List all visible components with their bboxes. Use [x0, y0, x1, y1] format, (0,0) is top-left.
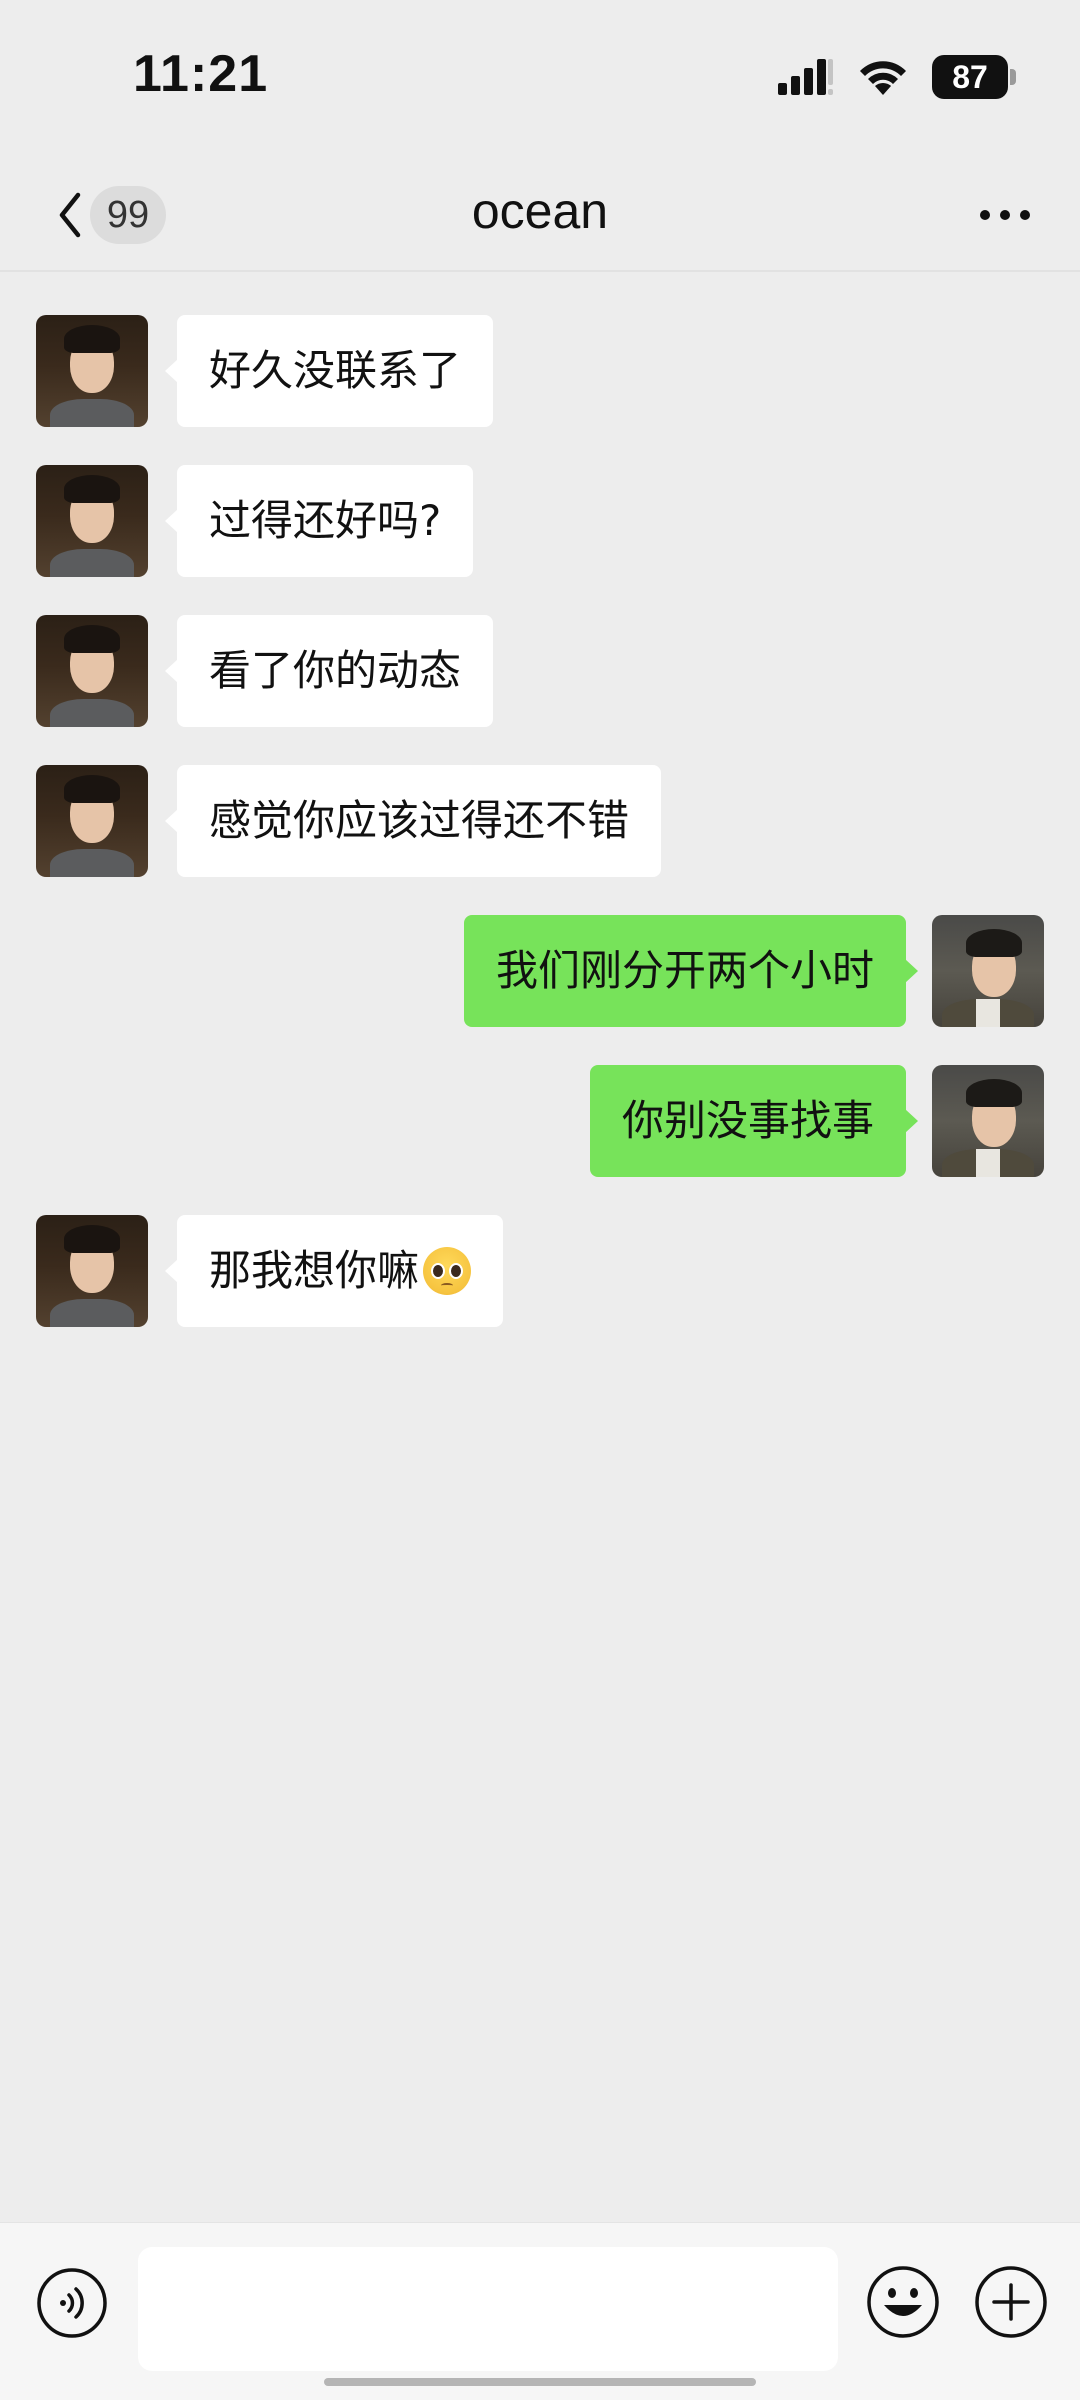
more-dots-icon — [980, 210, 990, 220]
my-avatar[interactable] — [932, 1065, 1044, 1177]
message-bubble[interactable]: 过得还好吗? — [164, 465, 474, 577]
message-row: 过得还好吗? — [0, 465, 1080, 577]
contact-avatar[interactable] — [36, 1215, 148, 1327]
message-text: 那我想你嘛 — [209, 1246, 420, 1295]
message-row: 那我想你嘛 — [0, 1215, 1080, 1327]
message-bubble[interactable]: 看了你的动态 — [164, 615, 494, 727]
chat-header: 99 ocean — [0, 160, 1080, 272]
contact-avatar[interactable] — [36, 465, 148, 577]
more-options-button[interactable] — [970, 190, 1040, 240]
pleading-face-icon — [423, 1247, 472, 1295]
message-row: 感觉你应该过得还不错 — [0, 765, 1080, 877]
message-row: 你别没事找事 — [0, 1065, 1080, 1177]
signal-icon — [778, 59, 833, 95]
message-bubble-self[interactable]: 你别没事找事 — [589, 1065, 919, 1177]
status-time: 11:21 — [133, 45, 269, 103]
my-avatar[interactable] — [932, 915, 1044, 1027]
voice-icon[interactable] — [36, 2267, 108, 2339]
chat-title: ocean — [471, 183, 609, 239]
message-input[interactable] — [138, 2247, 838, 2371]
contact-avatar[interactable] — [36, 315, 148, 427]
home-indicator — [324, 2378, 756, 2386]
emoji-icon[interactable] — [866, 2265, 940, 2339]
message-bubble[interactable]: 感觉你应该过得还不错 — [164, 765, 662, 877]
plus-icon[interactable] — [974, 2265, 1048, 2339]
input-bar — [0, 2222, 1080, 2400]
status-bar: 11:21 87 — [0, 0, 1080, 160]
contact-avatar[interactable] — [36, 615, 148, 727]
message-bubble[interactable]: 那我想你嘛 — [164, 1215, 504, 1327]
wifi-icon — [860, 61, 906, 95]
message-bubble[interactable]: 好久没联系了 — [164, 315, 494, 427]
message-row: 好久没联系了 — [0, 315, 1080, 427]
message-row: 我们刚分开两个小时 — [0, 915, 1080, 1027]
message-row: 看了你的动态 — [0, 615, 1080, 727]
battery-icon: 87 — [932, 55, 1016, 99]
battery-level: 87 — [932, 55, 1008, 99]
message-bubble-self[interactable]: 我们刚分开两个小时 — [463, 915, 919, 1027]
contact-avatar[interactable] — [36, 765, 148, 877]
status-indicators: 87 — [776, 52, 1016, 102]
message-list[interactable]: 好久没联系了 过得还好吗? 看了你的动态 感觉你应该过得还不错 我们刚分开两个小… — [0, 272, 1080, 2222]
